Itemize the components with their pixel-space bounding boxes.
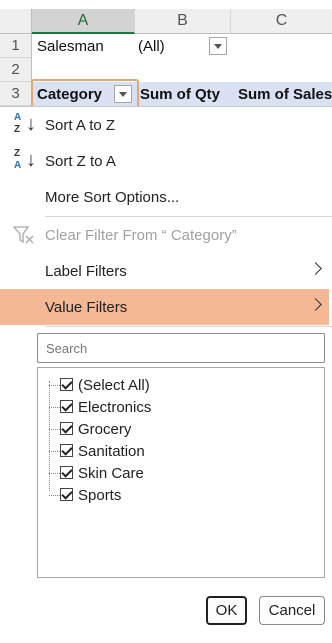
cell-b1[interactable]: (All): [134, 34, 209, 58]
sort-a-to-z-label: Sort A to Z: [45, 116, 116, 134]
sort-z-to-a-item[interactable]: Z A ↓ Sort Z to A: [0, 143, 332, 179]
list-item-label: Grocery: [78, 420, 132, 438]
chevron-right-icon: [309, 262, 322, 275]
search-input[interactable]: Search: [37, 333, 325, 363]
row-header-2[interactable]: 2: [0, 58, 32, 82]
list-item[interactable]: Skin Care: [38, 462, 318, 484]
list-item[interactable]: Sanitation: [38, 440, 318, 462]
column-header-a[interactable]: A: [32, 9, 135, 34]
active-dropdown-outline: [31, 79, 139, 109]
list-item-label: Electronics: [78, 398, 152, 416]
clear-filter-item: Clear Filter From “ Category”: [0, 217, 332, 253]
filter-values-list[interactable]: (Select All) Electronics Grocery Sanitat…: [37, 367, 325, 578]
more-sort-options-item[interactable]: More Sort Options...: [0, 179, 332, 215]
list-item[interactable]: Electronics: [38, 396, 318, 418]
autofilter-menu: A Z ↓ Sort A to Z Z A ↓ Sort Z to A More Sor…: [0, 106, 332, 643]
column-header-c[interactable]: C: [231, 9, 332, 34]
chevron-right-icon: [309, 298, 322, 311]
page-filter-dropdown[interactable]: [209, 37, 227, 55]
label-filters-label: Label Filters: [45, 262, 127, 280]
clear-filter-icon: [13, 226, 34, 244]
checkbox-checked[interactable]: [60, 488, 73, 501]
sort-ascending-icon: A Z ↓: [14, 112, 36, 135]
list-item-label: Sanitation: [78, 442, 145, 460]
sort-descending-icon: Z A ↓: [14, 148, 36, 171]
list-item-label: (Select All): [78, 376, 150, 394]
list-item[interactable]: Sports: [38, 484, 318, 506]
list-item-label: Skin Care: [78, 464, 144, 482]
spreadsheet-grid: A B C 1 2 3 Salesman (All) Category Sum …: [0, 0, 332, 109]
sort-a-to-z-item[interactable]: A Z ↓ Sort A to Z: [0, 107, 332, 143]
cell-b3-sum-qty[interactable]: Sum of Qty: [136, 82, 232, 106]
cell-c3-sum-sales[interactable]: Sum of Sales: [234, 82, 332, 106]
column-header-b[interactable]: B: [135, 9, 231, 34]
cancel-button[interactable]: Cancel: [259, 596, 325, 625]
checkbox-checked[interactable]: [60, 400, 73, 413]
chevron-down-icon: [214, 43, 222, 49]
checkbox-checked[interactable]: [60, 444, 73, 457]
row-header-1[interactable]: 1: [0, 34, 32, 58]
ok-button[interactable]: OK: [206, 596, 247, 625]
row-header-3[interactable]: 3: [0, 82, 32, 106]
checkbox-checked[interactable]: [60, 466, 73, 479]
clear-filter-label: Clear Filter From “ Category”: [45, 226, 237, 244]
list-item-label: Sports: [78, 486, 122, 504]
checkbox-checked[interactable]: [60, 378, 73, 391]
more-sort-options-label: More Sort Options...: [45, 188, 180, 206]
list-item[interactable]: Grocery: [38, 418, 318, 440]
select-all-corner[interactable]: [0, 9, 32, 34]
list-item-select-all[interactable]: (Select All): [38, 374, 318, 396]
value-filters-item[interactable]: Value Filters: [0, 289, 329, 325]
sort-z-to-a-label: Sort Z to A: [45, 152, 116, 170]
menu-separator: [45, 326, 332, 327]
cell-a1[interactable]: Salesman: [33, 34, 133, 58]
value-filters-label: Value Filters: [45, 298, 128, 316]
label-filters-item[interactable]: Label Filters: [0, 253, 332, 289]
checkbox-checked[interactable]: [60, 422, 73, 435]
